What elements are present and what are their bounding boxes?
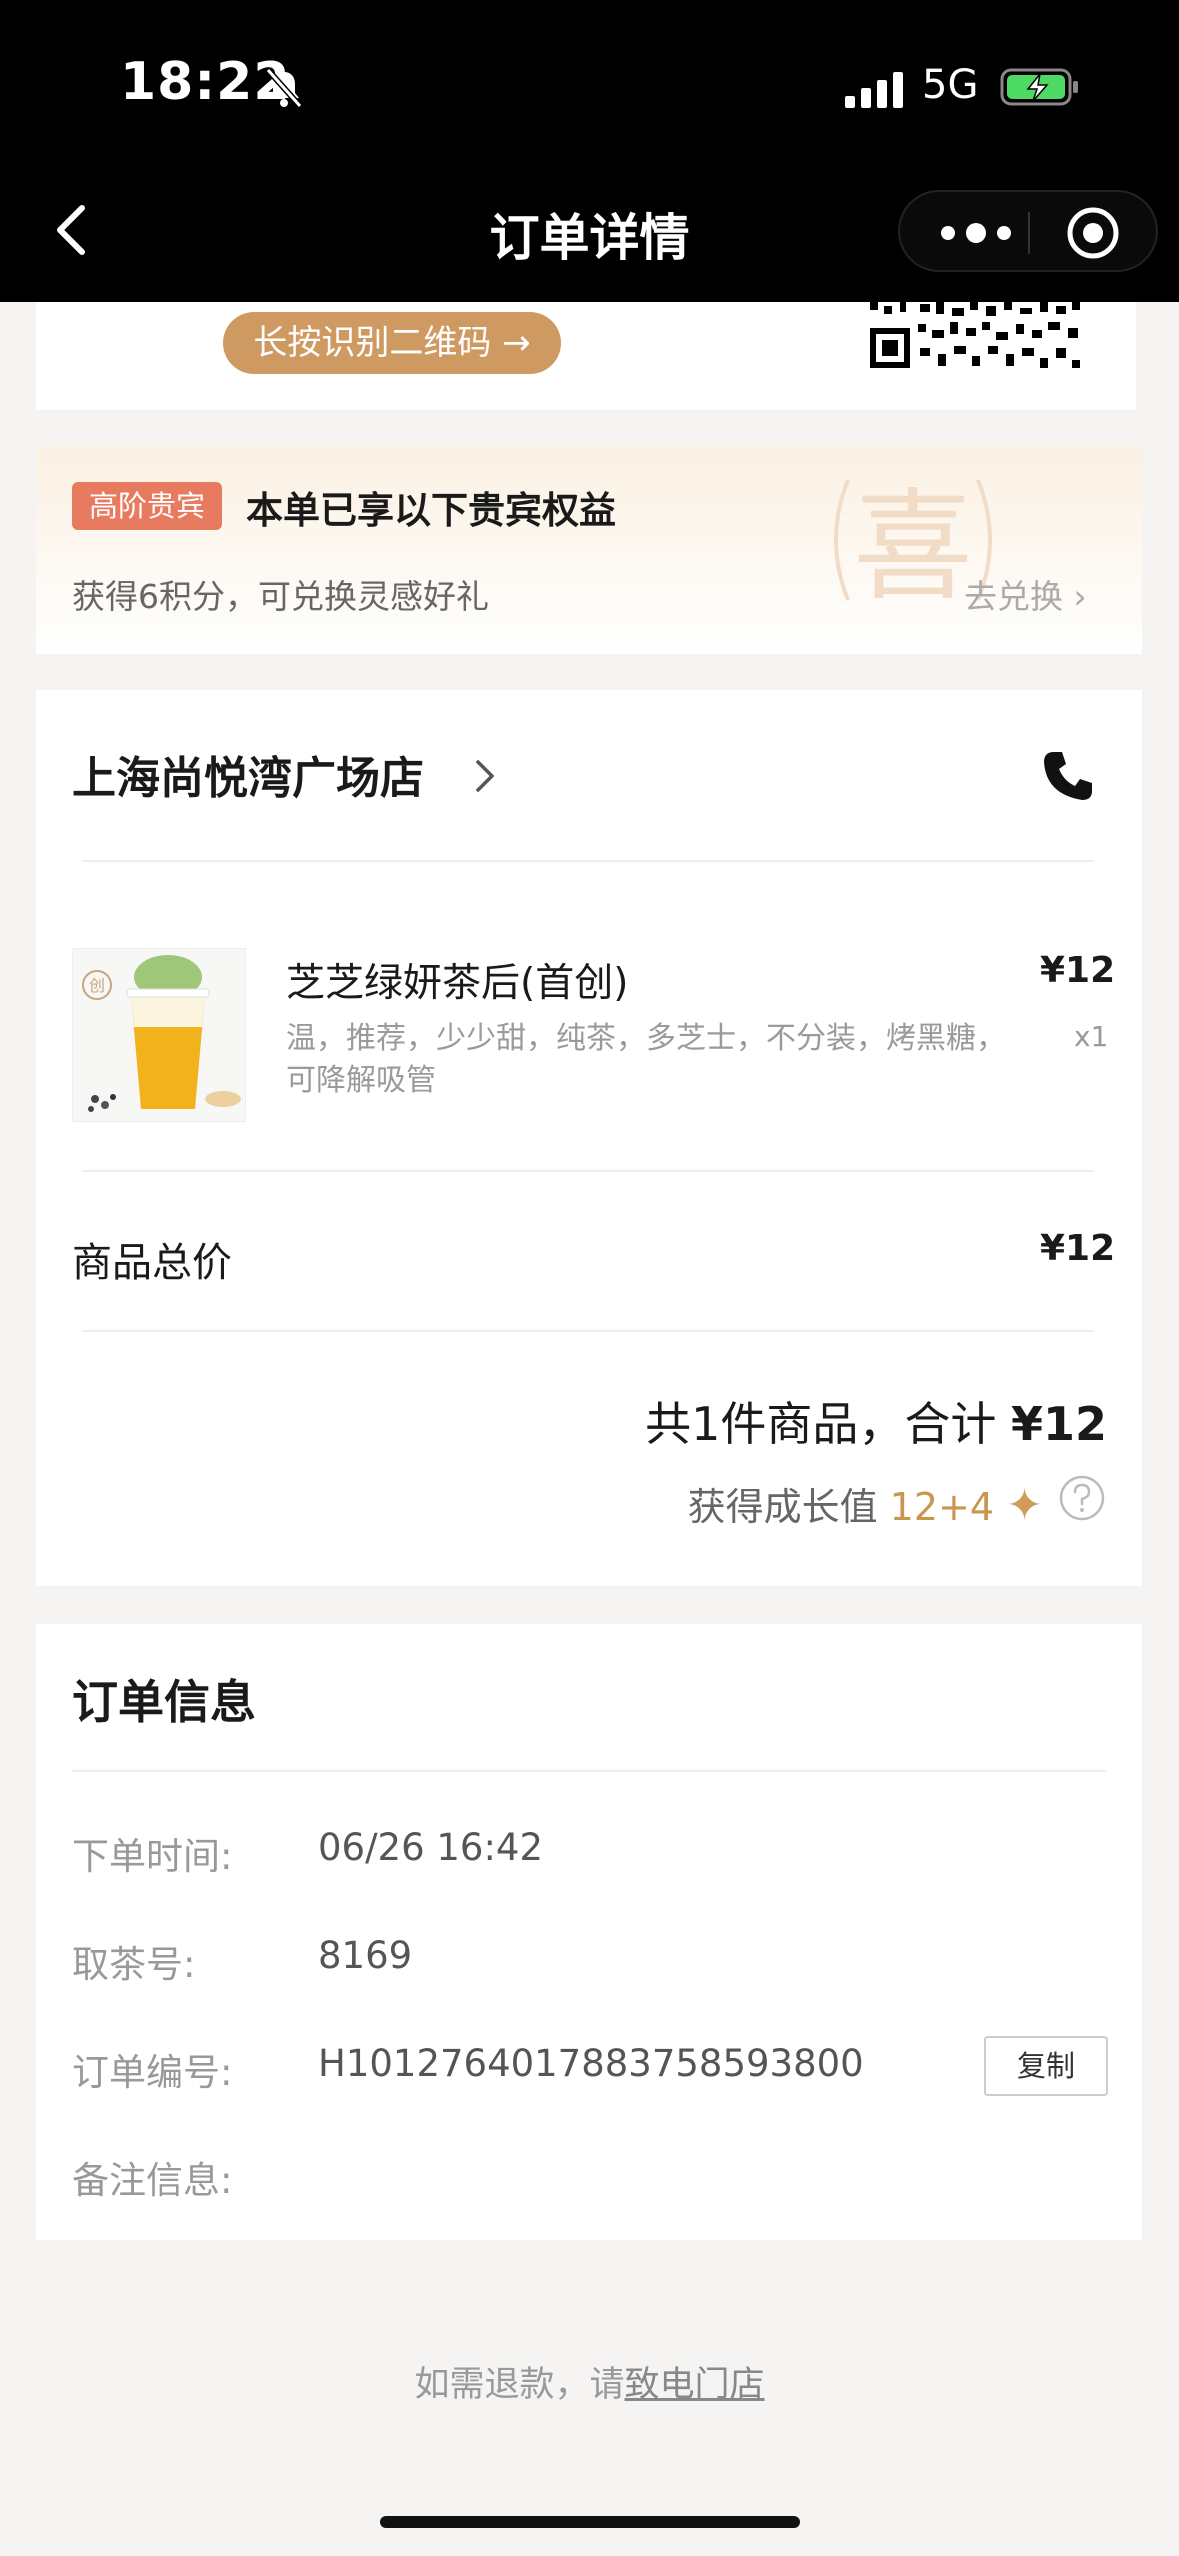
sparkle-icon: ✦ [1006, 1480, 1043, 1531]
order-info-title: 订单信息 [72, 1675, 256, 1729]
close-miniapp-icon[interactable] [1066, 206, 1120, 260]
order-time-label: 下单时间: [72, 1835, 233, 1878]
growth-label: 获得成长值 [687, 1485, 890, 1529]
vip-level-badge: 高阶贵宾 [72, 482, 222, 530]
product-price: ¥12 [1040, 950, 1116, 991]
growth-value: 12+4 [889, 1485, 995, 1529]
order-summary: 共1件商品，合计 ¥12 [645, 1388, 1107, 1454]
subtotal-value: ¥12 [1040, 1228, 1116, 1269]
scan-qr-button[interactable]: 长按识别二维码 → [223, 312, 561, 374]
summary-prefix: 共1件商品，合计 [645, 1397, 1011, 1451]
order-number-label: 订单编号: [72, 2051, 233, 2094]
more-icon[interactable] [936, 220, 1016, 246]
chevron-right-icon[interactable] [470, 754, 500, 798]
signal-icon [845, 68, 905, 108]
product-name: 芝芝绿妍茶后(首创) [286, 961, 629, 1006]
summary-amount: ¥12 [1010, 1397, 1107, 1451]
network-label: 5G [922, 62, 979, 108]
product-options: 温，推荐，少少甜，纯茶，多芝士，不分装，烤黑糖，可降解吸管 [286, 1021, 1006, 1098]
phone-icon[interactable] [1040, 748, 1096, 804]
growth-value-line: 获得成长值 12+4 ✦ [688, 1476, 1043, 1531]
muted-bell-icon [265, 68, 303, 108]
divider [72, 1770, 1106, 1772]
svg-text:喜: 喜 [853, 478, 973, 617]
refund-prefix: 如需退款，请 [414, 2365, 625, 2405]
divider [82, 1170, 1094, 1172]
vip-title: 本单已享以下贵宾权益 [246, 489, 616, 532]
pickup-number-value: 8169 [318, 1934, 413, 1977]
product-image: 创 [72, 948, 246, 1122]
order-time-value: 06/26 16:42 [318, 1826, 544, 1869]
copy-button[interactable]: 复制 [984, 2036, 1108, 2096]
store-name[interactable]: 上海尚悦湾广场店 [72, 742, 424, 806]
pickup-number-label: 取茶号: [72, 1943, 196, 1986]
product-quantity: x1 [1074, 1020, 1109, 1053]
capsule-divider [1028, 212, 1030, 254]
divider [82, 1330, 1094, 1332]
remarks-label: 备注信息: [72, 2159, 233, 2202]
call-store-link[interactable]: 致电门店 [625, 2365, 765, 2405]
vip-points-text: 获得6积分，可兑换灵感好礼 [72, 577, 489, 616]
refund-note: 如需退款，请致电门店 [0, 2356, 1179, 2407]
battery-charging-icon [1000, 68, 1078, 106]
redeem-link[interactable]: 去兑换 › [964, 570, 1087, 618]
miniapp-capsule [898, 190, 1158, 272]
subtotal-label: 商品总价 [72, 1240, 232, 1286]
order-number-value: H1012764017883758593800 [318, 2042, 864, 2085]
help-icon[interactable] [1058, 1474, 1106, 1522]
product-badge: 创 [89, 976, 105, 995]
divider [82, 860, 1094, 862]
home-indicator [380, 2516, 800, 2528]
qr-code-icon[interactable] [870, 302, 1082, 372]
